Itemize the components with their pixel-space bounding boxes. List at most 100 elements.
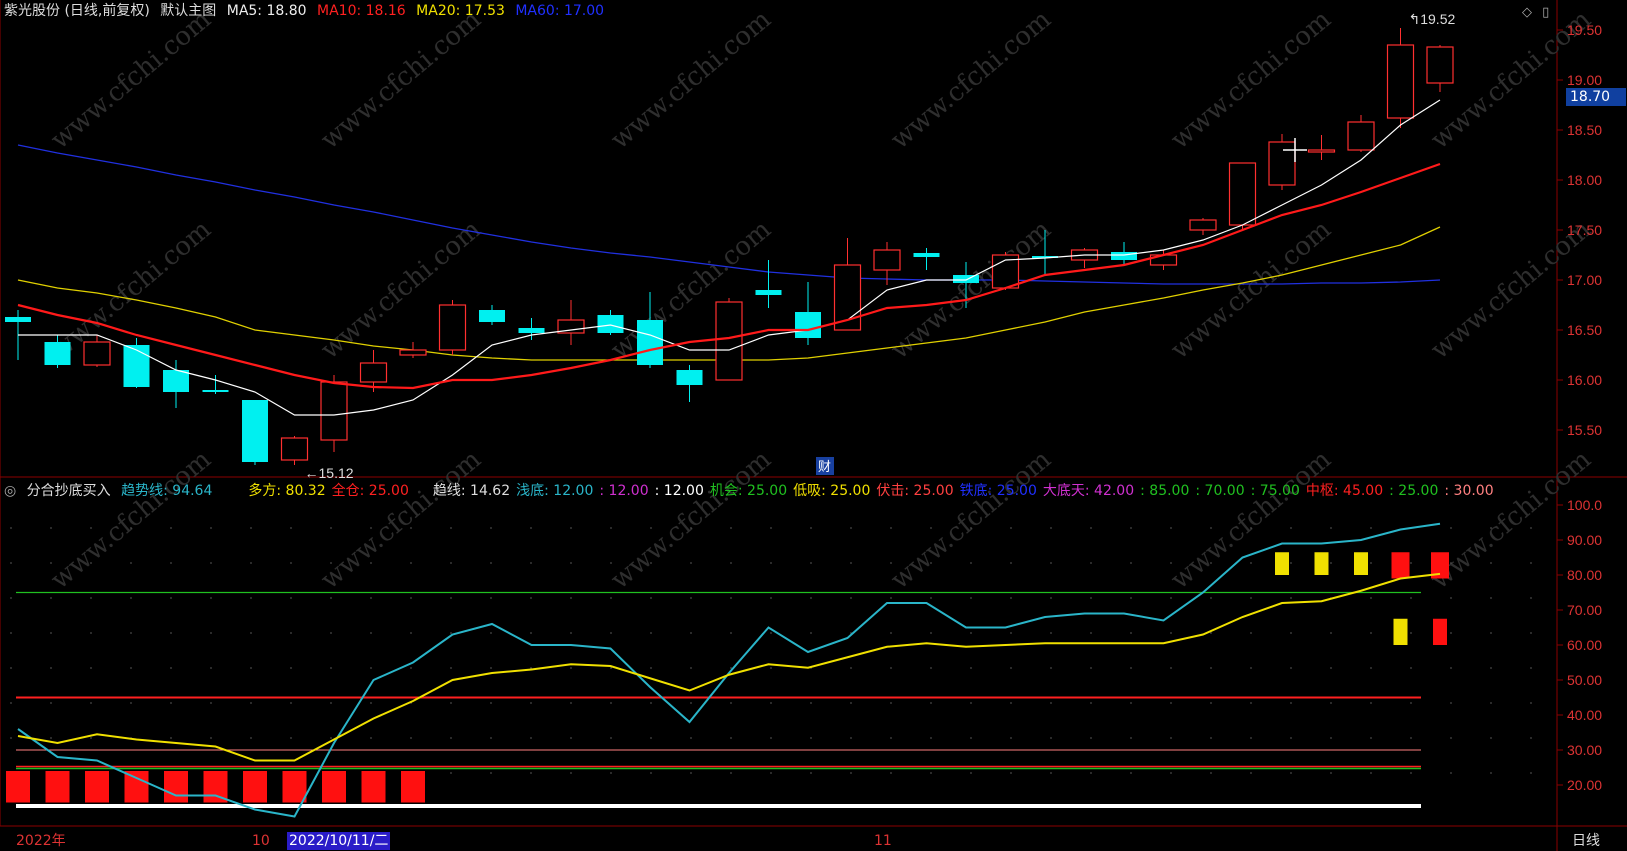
candle-body: [83, 341, 111, 366]
chart-canvas[interactable]: www.cfchi.com www.cfchi.com www.cfchi.com w…: [0, 0, 1627, 851]
indicator-value-item: 机会: 25.00: [709, 483, 788, 499]
candle-body: [1386, 44, 1415, 119]
stock-title[interactable]: 紫光股份 (日线,前复权): [4, 3, 150, 19]
ma60-value: MA60: 17.00: [515, 3, 605, 19]
bottom-signal-bar: [243, 771, 267, 803]
current-price-box: 18.70: [1566, 88, 1626, 106]
candle-body: [320, 381, 348, 441]
candle-body: [676, 370, 703, 385]
candle-body: [438, 304, 467, 351]
low-price-annotation: ←15.12: [305, 465, 354, 481]
indicator-settings-icon[interactable]: ◎: [4, 483, 16, 499]
ma20-value: MA20: 17.53: [416, 3, 505, 19]
fin-marker: 财: [818, 460, 831, 475]
candle-body: [953, 275, 979, 283]
indicator-value-item: 铁底: 25.00: [959, 483, 1037, 499]
indicator-header: ◎ 分合抄底买入 趋势线: 94.64 多方: 80.32 全仓: 25.00 趋线:…: [4, 480, 1506, 502]
main-chart-header: 紫光股份 (日线,前复权) 默认主图 MA5: 18.80 MA10: 18.1…: [4, 0, 610, 22]
candle-body: [242, 400, 268, 462]
candle-body: [873, 249, 901, 271]
mid-red-signal: [1433, 618, 1447, 645]
high-price-annotation: ↰19.52: [1409, 11, 1456, 27]
candle-body: [123, 345, 150, 387]
indicator-value-item: 大底天: 42.00: [1042, 483, 1135, 499]
top-red-signal: [1391, 552, 1410, 579]
indicator-tick-label: 30.00: [1567, 742, 1602, 758]
indicator-tick-label: 80.00: [1567, 567, 1602, 583]
candle-body: [1426, 46, 1454, 84]
candle-body: [1347, 121, 1375, 151]
candle-body: [280, 437, 309, 461]
indicator-tick-label: 40.00: [1567, 707, 1602, 723]
bottom-signal-bar: [401, 771, 425, 803]
indicator-value-item: : 25.00: [1389, 483, 1439, 499]
top-yellow-signal: [1275, 552, 1289, 575]
stock-chart-app: www.cfchi.com www.cfchi.com www.cfchi.com w…: [0, 0, 1627, 851]
top-yellow-signal: [1314, 552, 1329, 575]
indicator-tick-label: 60.00: [1567, 637, 1602, 653]
candle-body: [479, 310, 505, 322]
candle-body: [755, 290, 782, 295]
candle-body: [1228, 162, 1257, 226]
candle-body: [913, 253, 940, 257]
candle-body: [637, 320, 663, 365]
indicator-tick-label: 90.00: [1567, 532, 1602, 548]
price-tick-label: 17.00: [1567, 272, 1602, 288]
diamond-icon[interactable]: ◇: [1522, 5, 1532, 20]
price-tick-label: 19.50: [1567, 22, 1602, 38]
candle-body: [597, 315, 624, 333]
indicator-tick-label: 50.00: [1567, 672, 1602, 688]
indicator-value-item: 中枢: 45.00: [1305, 483, 1384, 499]
candle-body: [518, 328, 545, 333]
price-tick-label: 15.50: [1567, 422, 1602, 438]
mid-yellow-signal: [1393, 618, 1408, 645]
bottom-signal-bar: [6, 771, 30, 803]
indicator-value-item: 伏击: 25.00: [876, 483, 954, 499]
layout-label[interactable]: 默认主图: [160, 3, 216, 19]
indicator-value-item: 趋势线: 94.64: [121, 483, 213, 499]
window-controls: ◇ ▯: [1522, 2, 1555, 24]
indicator-values: 趋势线: 94.64 多方: 80.32 全仓: 25.00 趋线: 14.62 浅底:…: [121, 483, 1500, 499]
period-label[interactable]: 日线: [1572, 832, 1600, 850]
bottom-signal-bar: [164, 771, 188, 803]
indicator-value-item: 多方: 80.32: [248, 483, 326, 499]
bottom-signal-bar: [361, 771, 386, 803]
indicator-value-item: : 70.00: [1195, 483, 1245, 499]
price-tick-label: 19.00: [1567, 72, 1602, 88]
indicator-value-item: 趋线: 14.62: [432, 483, 511, 499]
time-oct-label: 10: [252, 833, 270, 849]
candle-body: [795, 312, 821, 338]
candle-body: [359, 362, 388, 383]
candle-body: [1307, 149, 1336, 153]
price-tick-label: 16.50: [1567, 322, 1602, 338]
bottom-signal-bar: [124, 771, 149, 803]
price-tick-label: 17.50: [1567, 222, 1602, 238]
candle-body: [1189, 219, 1217, 231]
indicator-name[interactable]: 分合抄底买入: [27, 483, 111, 499]
indicator-value-item: 全仓: 25.00: [331, 483, 409, 499]
time-year-label: 2022年: [16, 833, 66, 849]
indicator-value-item: : 12.00: [654, 483, 704, 499]
candle-body: [399, 349, 427, 356]
candle-body: [5, 317, 31, 322]
indicator-value-item: : 85.00: [1140, 483, 1190, 499]
candle-body: [1111, 252, 1137, 260]
ma5-value: MA5: 18.80: [226, 3, 307, 19]
indicator-value-item: : 75.00: [1250, 483, 1300, 499]
candle-body: [202, 390, 229, 392]
ma10-value: MA10: 18.16: [317, 3, 406, 19]
indicator-tick-label: 20.00: [1567, 777, 1602, 793]
candle-body: [163, 370, 189, 392]
bottom-signal-bar: [322, 771, 346, 803]
time-nov-label: 11: [874, 833, 892, 849]
indicator-value-item: : 30.00: [1444, 483, 1494, 499]
window-icon[interactable]: ▯: [1542, 5, 1549, 20]
indicator-tick-label: 70.00: [1567, 602, 1602, 618]
candle-body: [715, 301, 743, 381]
bottom-signal-bar: [45, 771, 70, 803]
candle-body: [44, 342, 71, 365]
price-tick-label: 16.00: [1567, 372, 1602, 388]
bottom-signal-bar: [85, 771, 109, 803]
indicator-value-item: 低吸: 25.00: [793, 483, 871, 499]
top-yellow-signal: [1354, 552, 1368, 575]
